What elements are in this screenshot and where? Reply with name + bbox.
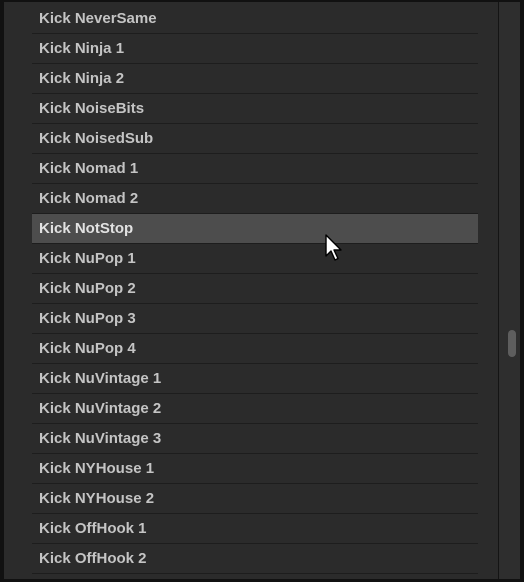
list-item-selected[interactable]: Kick NotStop [32, 214, 478, 244]
mouse-pointer-icon [325, 234, 342, 261]
list-item-label: Kick Nomad 2 [39, 190, 139, 207]
list-item-label: Kick Ninja 1 [39, 40, 125, 57]
list-item[interactable]: Kick NuPop 4 [32, 334, 478, 364]
list-item-label: Kick OffHook 2 [39, 550, 147, 567]
list-item[interactable]: Kick OffHook 2 [32, 544, 478, 574]
list-item-label: Kick NotStop [39, 220, 134, 237]
list-item[interactable]: Kick NuVintage 2 [32, 394, 478, 424]
list-item-label: Kick NuVintage 2 [39, 400, 162, 417]
list-item[interactable]: Kick Ninja 1 [32, 34, 478, 64]
list-item-label: Kick Nomad 1 [39, 160, 139, 177]
list-item[interactable]: Kick NYHouse 1 [32, 454, 478, 484]
list-item[interactable]: Kick NYHouse 2 [32, 484, 478, 514]
vertical-scrollbar[interactable] [499, 2, 520, 579]
list-item-label: Kick NoisedSub [39, 130, 154, 147]
list-item[interactable]: Kick Nomad 1 [32, 154, 478, 184]
list-item[interactable]: Kick Nomad 2 [32, 184, 478, 214]
browser-panel: Kick NeverSame Kick Ninja 1 Kick Ninja 2… [0, 0, 524, 582]
list-item-label: Kick NuVintage 3 [39, 430, 162, 447]
list-item[interactable]: Kick Ninja 2 [32, 64, 478, 94]
list-item[interactable]: Kick NuPop 3 [32, 304, 478, 334]
scrollbar-thumb[interactable] [508, 330, 516, 357]
list-item-label: Kick NYHouse 2 [39, 490, 155, 507]
list-item-label: Kick NuPop 1 [39, 250, 136, 267]
result-list[interactable]: Kick NeverSame Kick Ninja 1 Kick Ninja 2… [4, 2, 498, 579]
list-item[interactable]: Kick NuVintage 3 [32, 424, 478, 454]
list-item-label: Kick NYHouse 1 [39, 460, 155, 477]
list-item-label: Kick NuVintage 1 [39, 370, 162, 387]
result-list-items: Kick NeverSame Kick Ninja 1 Kick Ninja 2… [4, 4, 498, 574]
list-item-label: Kick NuPop 2 [39, 280, 136, 297]
list-item-label: Kick NuPop 3 [39, 310, 136, 327]
list-item[interactable]: Kick NoisedSub [32, 124, 478, 154]
list-item[interactable]: Kick NuPop 1 [32, 244, 478, 274]
list-item[interactable]: Kick NoiseBits [32, 94, 478, 124]
list-item-label: Kick Ninja 2 [39, 70, 125, 87]
list-item-label: Kick NuPop 4 [39, 340, 136, 357]
list-item-label: Kick NoiseBits [39, 100, 145, 117]
list-item-label: Kick NeverSame [39, 10, 157, 27]
list-item[interactable]: Kick NuVintage 1 [32, 364, 478, 394]
list-item[interactable]: Kick NuPop 2 [32, 274, 478, 304]
list-item[interactable]: Kick NeverSame [32, 4, 478, 34]
list-item-label: Kick OffHook 1 [39, 520, 147, 537]
list-item[interactable]: Kick OffHook 1 [32, 514, 478, 544]
